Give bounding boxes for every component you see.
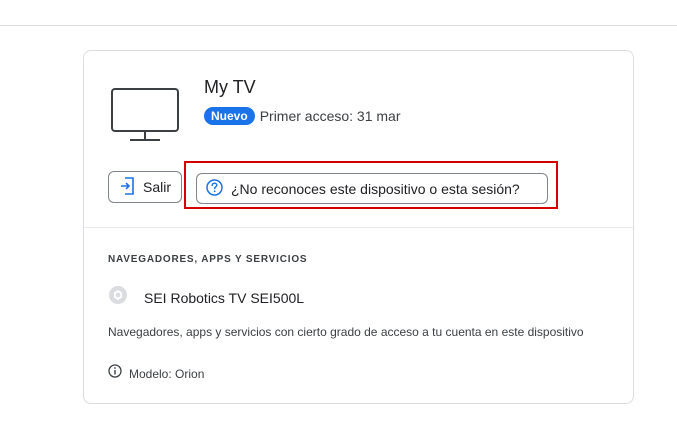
first-access-text: Primer acceso: 31 mar bbox=[259, 108, 401, 124]
device-meta: Nuevo Primer acceso: 31 mar bbox=[204, 107, 401, 125]
signout-button[interactable]: Salir bbox=[108, 171, 182, 203]
device-name: My TV bbox=[204, 77, 256, 97]
section-description: Navegadores, apps y servicios con cierto… bbox=[108, 325, 584, 339]
browser-item[interactable]: SEI Robotics TV SEI500L bbox=[108, 285, 304, 310]
tv-icon bbox=[110, 87, 180, 150]
section-title: NAVEGADORES, APPS Y SERVICIOS bbox=[108, 254, 308, 265]
model-text: Modelo: Orion bbox=[129, 366, 205, 381]
signout-label: Salir bbox=[143, 179, 172, 195]
device-card: My TV Nuevo Primer acceso: 31 mar Salir … bbox=[83, 50, 634, 404]
top-divider bbox=[0, 25, 677, 26]
question-circle-icon bbox=[206, 178, 223, 199]
unrecognized-label: ¿No reconoces este dispositivo o esta se… bbox=[231, 180, 520, 197]
new-badge: Nuevo bbox=[204, 107, 255, 125]
info-icon bbox=[108, 364, 122, 383]
generic-app-icon bbox=[108, 285, 128, 310]
section-divider bbox=[84, 227, 633, 228]
browser-name: SEI Robotics TV SEI500L bbox=[144, 289, 305, 306]
model-info: Modelo: Orion bbox=[108, 364, 204, 383]
exit-icon bbox=[119, 176, 135, 198]
unrecognized-device-button[interactable]: ¿No reconoces este dispositivo o esta se… bbox=[196, 173, 548, 204]
